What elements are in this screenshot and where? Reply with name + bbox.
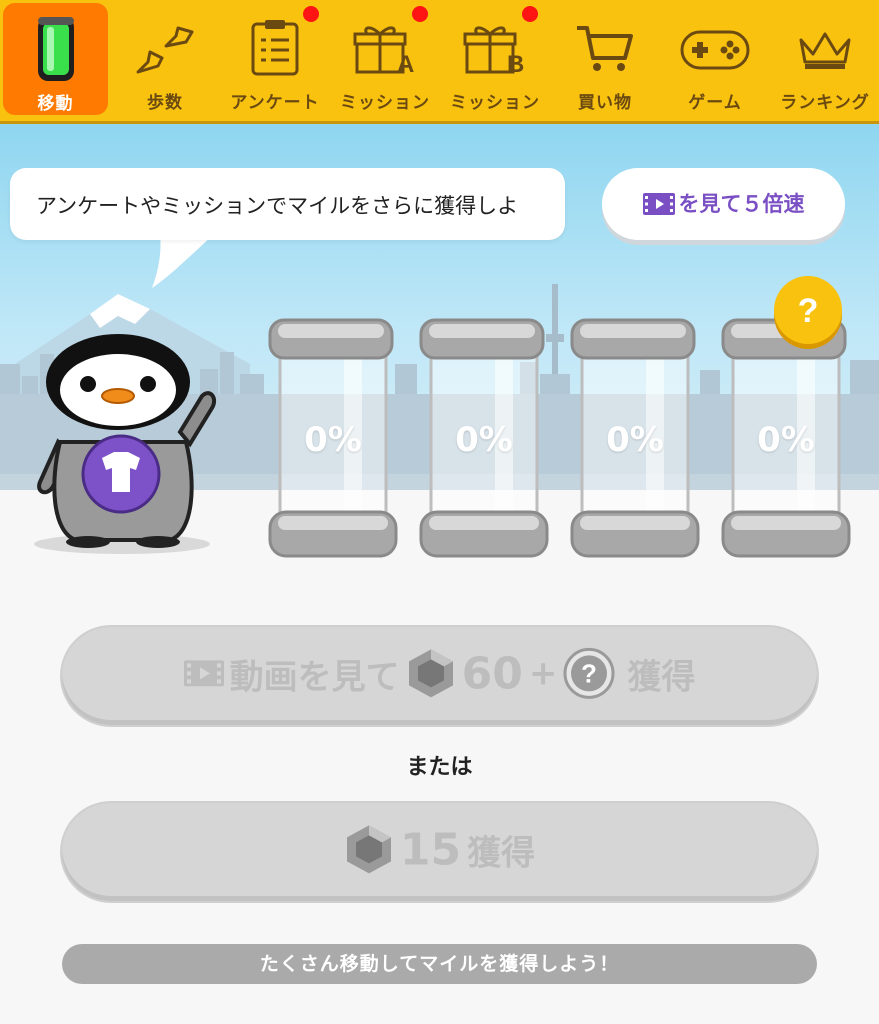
question-coin-icon: ? — [774, 276, 842, 349]
capsule-percent: 0% — [757, 420, 815, 460]
gem-icon — [346, 825, 391, 874]
footer-message: たくさん移動してマイルを獲得しよう！ — [259, 953, 620, 975]
penguin-mascot — [34, 334, 217, 554]
mystery-bonus-badge[interactable]: ? — [771, 275, 845, 349]
gift-a-icon: A — [353, 22, 417, 80]
capsule-4: 0% — [721, 318, 851, 563]
mystery-coin-icon: ? — [563, 647, 615, 699]
tab-mission-a-label: ミッション — [340, 93, 430, 113]
tab-steps[interactable]: 歩数 — [110, 0, 220, 121]
top-navigation: 移動 歩数 アンケート A ミッション B ミッション 買い物 ゲーム ランキン… — [0, 0, 879, 124]
video-button-prefix: 動画を見て — [229, 656, 400, 697]
capsule-1: 0% — [268, 318, 398, 563]
tab-mission-a[interactable]: A ミッション — [330, 0, 440, 121]
tab-survey-label: アンケート — [230, 93, 320, 113]
tab-mission-b[interactable]: B ミッション — [440, 0, 550, 121]
svg-text:B: B — [507, 51, 524, 76]
speech-text: アンケートやミッションでマイルをさらに獲得しよ — [36, 194, 519, 218]
notification-badge — [412, 6, 428, 22]
gem-button-suffix: 獲得 — [467, 832, 536, 873]
gem-reward-button[interactable]: 15 獲得 — [62, 803, 817, 901]
tab-survey[interactable]: アンケート — [220, 0, 330, 121]
watch-video-speedup-button[interactable]: を見て５倍速 — [602, 168, 845, 240]
gem-icon — [408, 649, 453, 698]
plus-sign: + — [528, 653, 558, 694]
gamepad-icon — [680, 30, 750, 74]
tab-steps-label: 歩数 — [147, 93, 183, 113]
watch-video-reward-button[interactable]: 動画を見て 60 + ? 獲得 — [62, 627, 817, 725]
speed-button-label: を見て５倍速 — [678, 192, 805, 216]
battery-icon — [34, 15, 78, 87]
mystery-coin-mark: ? — [581, 658, 597, 688]
footprints-icon — [132, 24, 198, 82]
notification-badge — [303, 6, 319, 22]
speech-bubble-tail — [152, 236, 212, 288]
tab-move[interactable]: 移動 — [3, 3, 108, 115]
or-label: または — [406, 755, 473, 780]
video-reward-amount: 60 — [461, 647, 523, 699]
speech-bubble: アンケートやミッションでマイルをさらに獲得しよ — [10, 168, 565, 240]
video-button-suffix: 獲得 — [627, 656, 696, 697]
cart-icon — [575, 24, 635, 78]
tab-game[interactable]: ゲーム — [660, 0, 770, 121]
tab-shopping-label: 買い物 — [578, 93, 632, 113]
capsule-percent: 0% — [455, 420, 513, 460]
footer-message-bar: たくさん移動してマイルを獲得しよう！ — [62, 944, 817, 984]
film-icon — [183, 660, 224, 687]
tab-game-label: ゲーム — [688, 93, 742, 113]
tab-mission-b-label: ミッション — [450, 93, 540, 113]
tab-ranking[interactable]: ランキング — [770, 0, 879, 121]
question-mark: ? — [798, 292, 819, 330]
capsule-3: 0% — [570, 318, 700, 563]
tab-ranking-label: ランキング — [780, 93, 870, 113]
tab-shopping[interactable]: 買い物 — [550, 0, 660, 121]
svg-text:A: A — [397, 51, 414, 76]
capsule-2: 0% — [419, 318, 549, 563]
capsule-percent: 0% — [606, 420, 664, 460]
tab-move-label: 移動 — [37, 94, 74, 114]
crown-icon — [797, 28, 853, 76]
clipboard-icon — [249, 18, 301, 80]
gem-reward-amount: 15 — [399, 823, 462, 875]
film-icon — [642, 193, 675, 215]
notification-badge — [522, 6, 538, 22]
capsule-percent: 0% — [304, 420, 362, 460]
gift-b-icon: B — [463, 22, 527, 80]
